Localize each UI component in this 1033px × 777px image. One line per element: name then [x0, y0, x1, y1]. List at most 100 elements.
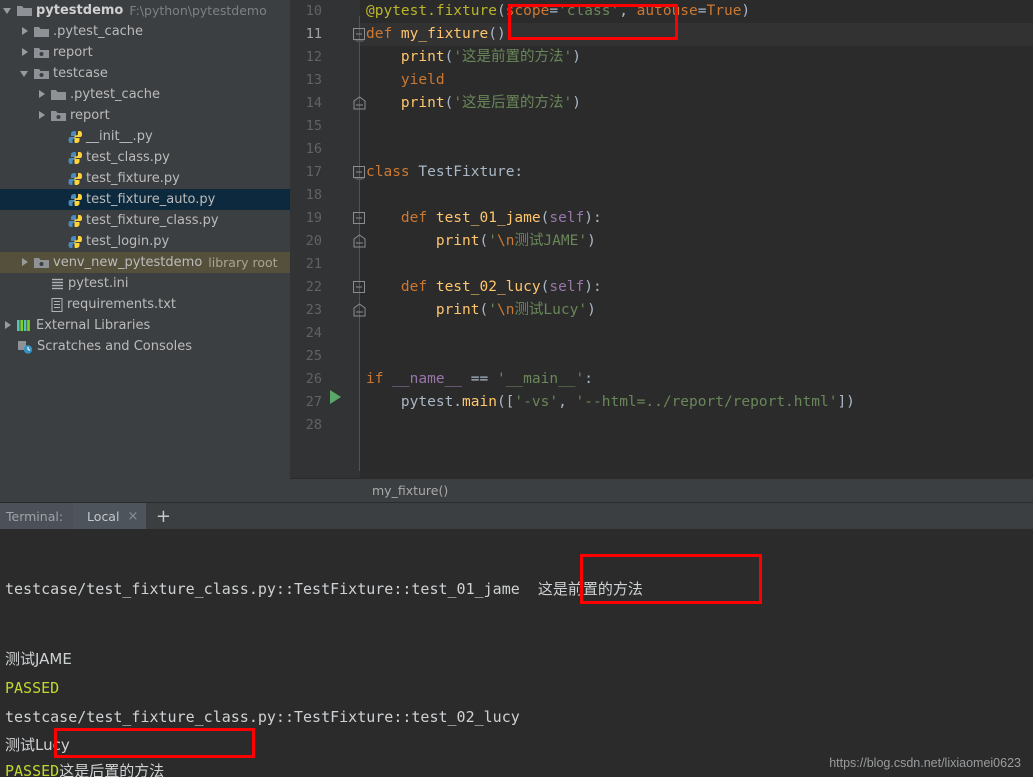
line-number-18[interactable]: 18	[290, 184, 322, 207]
chevron-down-icon[interactable]	[3, 6, 13, 15]
scratches-icon	[17, 340, 33, 354]
line-number-22[interactable]: 22	[290, 276, 322, 299]
line-number-27[interactable]: 27	[290, 391, 322, 414]
line-number-26[interactable]: 26	[290, 368, 322, 391]
terminal-tab-local[interactable]: Local ×	[73, 503, 147, 529]
code-line-19: def test_01_jame(self):	[400, 210, 602, 226]
line-number-13[interactable]: 13	[290, 69, 322, 92]
chevron-right-icon[interactable]	[4, 321, 13, 330]
line-number-20[interactable]: 20	[290, 230, 322, 253]
line-number-12[interactable]: 12	[290, 46, 322, 69]
fold-marker-end-line23[interactable]	[352, 303, 367, 318]
tree-row-testcase[interactable]: testcase	[0, 63, 290, 84]
tree-row-.pytest_cache[interactable]: .pytest_cache	[0, 84, 290, 105]
folder-excluded-icon	[51, 109, 66, 122]
terminal-line-6: PASSED这是后置的方法	[5, 757, 164, 777]
chevron-right-icon[interactable]	[38, 111, 47, 120]
code-line-14: print('这是后置的方法')	[400, 95, 582, 111]
python-file-icon	[68, 151, 82, 165]
fold-marker-end-line14[interactable]	[352, 96, 367, 111]
tree-row-pytest.ini[interactable]: pytest.ini	[0, 273, 290, 294]
tree-row-report[interactable]: report	[0, 42, 290, 63]
chevron-right-icon[interactable]	[21, 27, 30, 36]
tree-item-label: __init__.py	[86, 129, 153, 144]
line-number-10[interactable]: 10	[290, 0, 322, 23]
fold-marker-minus-line22[interactable]	[352, 280, 367, 295]
add-terminal-icon[interactable]: +	[146, 503, 181, 529]
tree-row-.pytest_cache[interactable]: .pytest_cache	[0, 21, 290, 42]
tree-row-pytestdemo[interactable]: pytestdemo F:\python\pytestdemo	[0, 0, 290, 21]
tree-item-label: pytestdemo	[36, 3, 124, 18]
line-number-24[interactable]: 24	[290, 322, 322, 345]
line-number-25[interactable]: 25	[290, 345, 322, 368]
tree-item-label: testcase	[53, 66, 108, 81]
code-line-10: @pytest.fixture(scope='class', autouse=T…	[366, 3, 751, 19]
fold-marker-minus-line19[interactable]	[352, 211, 367, 226]
terminal-setup-output: 这是前置的方法	[537, 580, 643, 598]
tree-item-label: .pytest_cache	[53, 24, 144, 39]
tree-row-test_login.py[interactable]: test_login.py	[0, 231, 290, 252]
terminal-tab-bar[interactable]: Terminal: Local × +	[0, 502, 1033, 529]
python-file-icon	[68, 235, 82, 249]
terminal-line-5: 测试Lucy	[5, 736, 70, 754]
code-text-area[interactable]: @pytest.fixture(scope='class', autouse=T…	[360, 0, 1033, 478]
code-line-11: def my_fixture():	[366, 26, 515, 42]
ini-file-icon	[51, 277, 64, 290]
code-line-17: class TestFixture:	[366, 164, 524, 180]
line-number-15[interactable]: 15	[290, 115, 322, 138]
tree-row-test_class.py[interactable]: test_class.py	[0, 147, 290, 168]
tree-item-label: pytest.ini	[68, 276, 129, 291]
terminal-output[interactable]: testcase/test_fixture_class.py::TestFixt…	[0, 529, 1033, 777]
tree-row-venv_new_pytestdemo[interactable]: venv_new_pytestdemo library root	[0, 252, 290, 273]
watermark-url: https://blog.csdn.net/lixiaomei0623	[829, 756, 1021, 770]
tree-item-label: test_fixture_auto.py	[86, 192, 216, 207]
line-number-21[interactable]: 21	[290, 253, 322, 276]
line-number-gutter[interactable]: 10 11 12 13 14 15 16 17 18 19 20 21 22 23 24 25 26 27 28	[290, 0, 326, 478]
code-line-20: print('\n测试JAME')	[435, 233, 596, 249]
breadcrumb[interactable]: my_fixture()	[372, 483, 448, 498]
run-gutter-icon[interactable]	[328, 389, 342, 409]
tree-row-test_fixture_auto.py[interactable]: test_fixture_auto.py	[0, 189, 290, 210]
code-line-27: pytest.main(['-vs', '--html=../report/re…	[366, 394, 855, 410]
line-number-28[interactable]: 28	[290, 414, 322, 437]
chevron-down-icon[interactable]	[20, 69, 30, 78]
line-number-19[interactable]: 19	[290, 207, 322, 230]
project-tool-window[interactable]: pytestdemo F:\python\pytestdemo .pytest_ca…	[0, 0, 290, 502]
tree-row-test_fixture_class.py[interactable]: test_fixture_class.py	[0, 210, 290, 231]
folder-excluded-icon	[34, 256, 49, 269]
tree-row-test_fixture.py[interactable]: test_fixture.py	[0, 168, 290, 189]
tree-row-scratches-and-consoles[interactable]: Scratches and Consoles	[0, 336, 290, 357]
python-file-icon	[68, 214, 82, 228]
tree-item-secondary-label: F:\python\pytestdemo	[129, 3, 267, 18]
terminal-line-2: 测试JAME	[5, 650, 72, 668]
editor-breadcrumb-bar: my_fixture()	[290, 478, 1033, 502]
chevron-right-icon[interactable]	[38, 90, 47, 99]
line-number-16[interactable]: 16	[290, 138, 322, 161]
fold-marker-minus-line11[interactable]	[352, 27, 367, 42]
tree-row-external-libraries[interactable]: External Libraries	[0, 315, 290, 336]
fold-marker-minus-line17[interactable]	[352, 165, 367, 180]
tree-row-__init__.py[interactable]: __init__.py	[0, 126, 290, 147]
code-line-26: if __name__ == '__main__':	[366, 371, 594, 387]
line-number-23[interactable]: 23	[290, 299, 322, 322]
chevron-right-icon[interactable]	[21, 48, 30, 57]
code-editor[interactable]: 10 11 12 13 14 15 16 17 18 19 20 21 22 23 24 25 26 27 28 @…	[290, 0, 1033, 478]
tree-item-label: Scratches and Consoles	[37, 339, 193, 354]
close-icon[interactable]: ×	[127, 509, 138, 524]
tree-row-requirements.txt[interactable]: requirements.txt	[0, 294, 290, 315]
terminal-line-4: testcase/test_fixture_class.py::TestFixt…	[5, 703, 520, 731]
line-number-17[interactable]: 17	[290, 161, 322, 184]
fold-marker-end-line20[interactable]	[352, 234, 367, 249]
line-number-14[interactable]: 14	[290, 92, 322, 115]
terminal-test-id-2: testcase/test_fixture_class.py::TestFixt…	[5, 708, 520, 726]
terminal-line-1: testcase/test_fixture_class.py::TestFixt…	[5, 575, 643, 603]
folder-icon	[34, 25, 49, 38]
chevron-right-icon[interactable]	[21, 258, 30, 267]
tree-item-label: test_fixture_class.py	[86, 213, 219, 228]
line-number-11[interactable]: 11	[290, 23, 322, 46]
terminal-tool-label[interactable]: Terminal:	[0, 503, 74, 529]
tree-row-report[interactable]: report	[0, 105, 290, 126]
